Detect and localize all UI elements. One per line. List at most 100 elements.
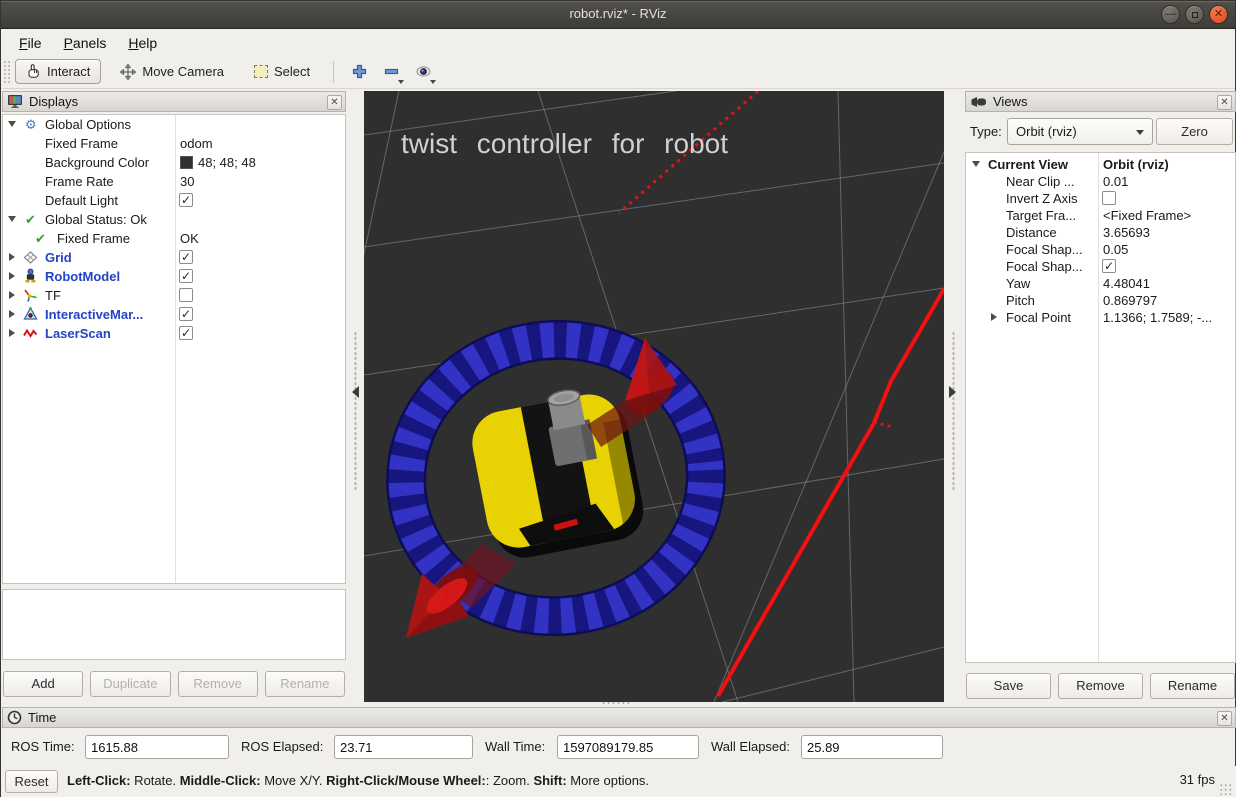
zoom-out-button[interactable] <box>378 59 404 85</box>
time-close-icon[interactable]: ✕ <box>1217 711 1232 726</box>
displays-tree: ⚙ Global Options Fixed Frame odom Backgr… <box>2 114 346 584</box>
tree-row-invert-z[interactable]: Invert Z Axis <box>966 190 1235 207</box>
check-icon: ✔ <box>25 212 36 227</box>
tree-row-focal-shape-fixed[interactable]: Focal Shap... <box>966 258 1235 275</box>
rename-display-button[interactable]: Rename <box>265 671 345 697</box>
displays-panel-title: Displays <box>29 94 78 109</box>
tree-row-global-status[interactable]: ✔ Global Status: Ok <box>3 210 345 229</box>
rviz-window: robot.rviz* - RViz — ✕ File Panels Help … <box>0 0 1236 797</box>
reset-button[interactable]: Reset <box>5 770 58 793</box>
tree-row-current-view[interactable]: Current View Orbit (rviz) <box>966 156 1235 173</box>
remove-view-button[interactable]: Remove <box>1058 673 1143 699</box>
menu-panels[interactable]: Panels <box>54 32 117 54</box>
remove-display-button[interactable]: Remove <box>178 671 258 697</box>
displays-panel: Displays ✕ ⚙ Global Options Fixed Frame … <box>1 91 347 706</box>
zoom-in-button[interactable] <box>346 59 372 85</box>
tree-row-pitch[interactable]: Pitch 0.869797 <box>966 292 1235 309</box>
maximize-icon <box>1192 12 1198 18</box>
tree-row-focal-shape-size[interactable]: Focal Shap... 0.05 <box>966 241 1235 258</box>
titlebar[interactable]: robot.rviz* - RViz — ✕ <box>1 1 1235 29</box>
tree-row-global-options[interactable]: ⚙ Global Options <box>3 115 345 134</box>
duplicate-display-button[interactable]: Duplicate <box>90 671 170 697</box>
tree-row-default-light[interactable]: Default Light <box>3 191 345 210</box>
select-tool-button[interactable]: Select <box>243 59 321 84</box>
horizontal-splitter-grip[interactable] <box>601 701 631 705</box>
tree-row-fixed-frame[interactable]: Fixed Frame odom <box>3 134 345 153</box>
views-panel-header[interactable]: Views ✕ <box>965 91 1236 112</box>
statusbar: Reset Left-Click: Rotate. Middle-Click: … <box>1 766 1236 797</box>
tree-row-yaw[interactable]: Yaw 4.48041 <box>966 275 1235 292</box>
tree-row-tf[interactable]: TF <box>3 286 345 305</box>
close-button[interactable]: ✕ <box>1209 5 1228 24</box>
select-label: Select <box>274 64 310 79</box>
property-description-box <box>2 589 346 660</box>
interactive-marker-icon <box>23 306 38 322</box>
move-camera-tool-button[interactable]: Move Camera <box>109 59 235 85</box>
checkbox-checked[interactable] <box>179 307 193 321</box>
checkbox-checked[interactable] <box>179 193 193 207</box>
minus-icon <box>384 64 399 79</box>
tree-row-target-frame[interactable]: Target Fra... <Fixed Frame> <box>966 207 1235 224</box>
expander-expanded-icon[interactable] <box>972 161 980 167</box>
right-splitter[interactable] <box>945 91 962 704</box>
interact-label: Interact <box>47 64 90 79</box>
views-panel-title: Views <box>993 94 1027 109</box>
expander-collapsed-icon[interactable] <box>9 329 15 337</box>
wall-time-input[interactable] <box>557 735 699 759</box>
checkbox-unchecked[interactable] <box>1102 191 1116 205</box>
expander-expanded-icon[interactable] <box>8 121 16 127</box>
expander-collapsed-icon[interactable] <box>9 310 15 318</box>
ros-time-input[interactable] <box>85 735 229 759</box>
time-panel-header[interactable]: Time ✕ <box>2 707 1236 728</box>
color-swatch <box>180 156 193 169</box>
wall-elapsed-label: Wall Elapsed: <box>711 735 790 759</box>
expander-collapsed-icon[interactable] <box>9 291 15 299</box>
displays-panel-header[interactable]: Displays ✕ <box>2 91 346 112</box>
views-panel: Views ✕ Type: Orbit (rviz) Zero Current … <box>964 91 1236 706</box>
checkbox-checked[interactable] <box>1102 259 1116 273</box>
maximize-button[interactable] <box>1185 5 1204 24</box>
tree-row-robotmodel[interactable]: RobotModel <box>3 267 345 286</box>
3d-viewport[interactable]: twist controller for robot <box>364 91 944 702</box>
resize-grip[interactable] <box>1219 783 1233 795</box>
collapse-right-icon[interactable] <box>949 386 956 398</box>
focus-camera-button[interactable] <box>410 59 436 85</box>
checkbox-checked[interactable] <box>179 269 193 283</box>
expander-collapsed-icon[interactable] <box>9 253 15 261</box>
menu-file[interactable]: File <box>9 32 52 54</box>
move-arrows-icon <box>120 64 136 80</box>
dropdown-arrow-icon <box>398 80 404 84</box>
interact-tool-button[interactable]: Interact <box>15 59 101 84</box>
checkbox-checked[interactable] <box>179 326 193 340</box>
tree-row-laserscan[interactable]: LaserScan <box>3 324 345 343</box>
toolbar-drag-handle[interactable] <box>3 60 12 84</box>
tree-row-status-fixed-frame[interactable]: ✔ Fixed Frame OK <box>3 229 345 248</box>
collapse-left-icon[interactable] <box>352 386 359 398</box>
wall-elapsed-input[interactable] <box>801 735 943 759</box>
tree-row-grid[interactable]: Grid <box>3 248 345 267</box>
views-close-icon[interactable]: ✕ <box>1217 95 1232 110</box>
tree-row-near-clip[interactable]: Near Clip ... 0.01 <box>966 173 1235 190</box>
zero-button[interactable]: Zero <box>1156 118 1233 145</box>
selection-box-icon <box>254 65 268 78</box>
checkbox-checked[interactable] <box>179 250 193 264</box>
save-view-button[interactable]: Save <box>966 673 1051 699</box>
left-splitter[interactable] <box>347 91 364 704</box>
expander-collapsed-icon[interactable] <box>9 272 15 280</box>
displays-close-icon[interactable]: ✕ <box>327 95 342 110</box>
tree-row-interactivemarkers[interactable]: InteractiveMar... <box>3 305 345 324</box>
expander-expanded-icon[interactable] <box>8 216 16 222</box>
rename-view-button[interactable]: Rename <box>1150 673 1235 699</box>
checkbox-unchecked[interactable] <box>179 288 193 302</box>
view-type-dropdown[interactable]: Orbit (rviz) <box>1007 118 1153 145</box>
tree-row-frame-rate[interactable]: Frame Rate 30 <box>3 172 345 191</box>
robot-icon <box>23 268 38 284</box>
expander-collapsed-icon[interactable] <box>991 313 997 321</box>
tree-row-background-color[interactable]: Background Color 48; 48; 48 <box>3 153 345 172</box>
add-display-button[interactable]: Add <box>3 671 83 697</box>
ros-elapsed-input[interactable] <box>334 735 473 759</box>
tree-row-distance[interactable]: Distance 3.65693 <box>966 224 1235 241</box>
menu-help[interactable]: Help <box>118 32 167 54</box>
tree-row-focal-point[interactable]: Focal Point 1.1366; 1.7589; -... <box>966 309 1235 326</box>
minimize-button[interactable]: — <box>1161 5 1180 24</box>
